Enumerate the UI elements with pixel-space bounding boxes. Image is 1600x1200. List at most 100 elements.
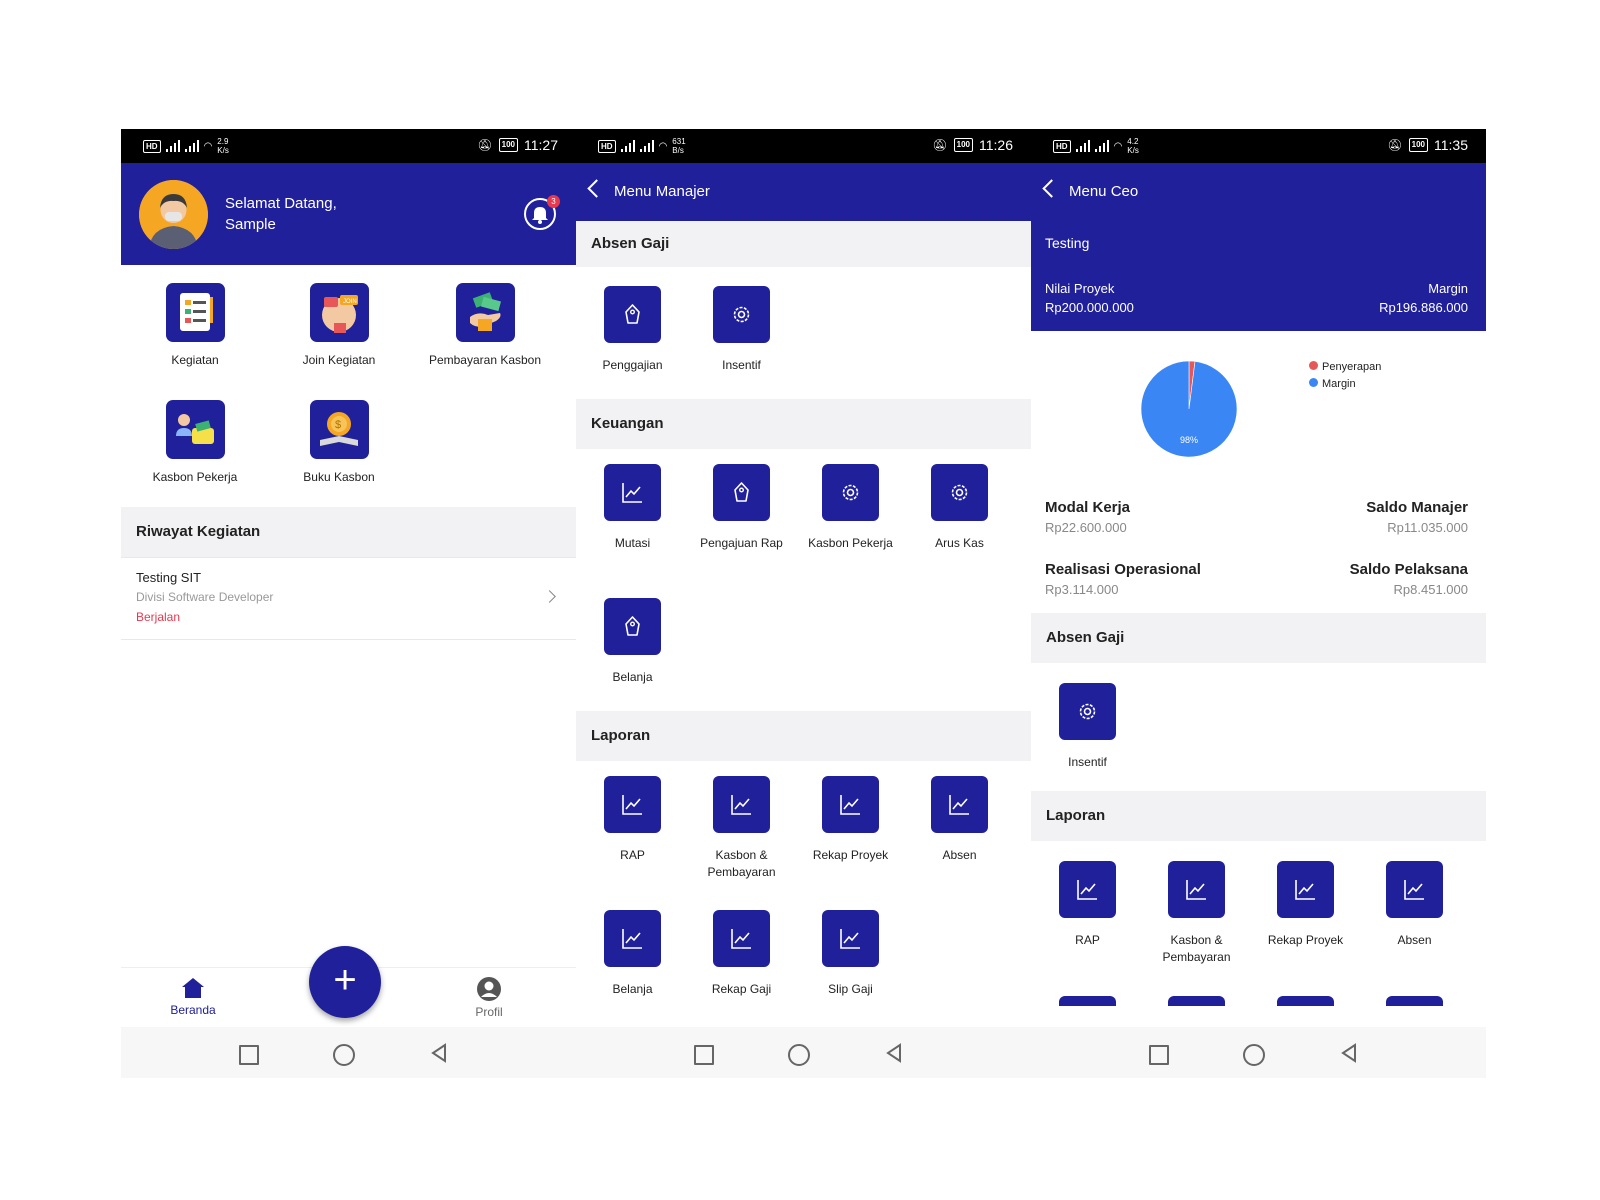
menu-tile[interactable]: Insentif [687,286,796,374]
menu-tile[interactable]: RAP [578,776,687,864]
chart-icon [1277,861,1334,918]
back-arrow-icon[interactable] [587,179,606,198]
back-triangle-icon[interactable] [1339,1043,1359,1063]
nav-profile-label: Profil [475,1005,503,1019]
menu-tile[interactable]: Rekap Proyek [796,776,905,864]
menu-tile[interactable]: Rekap Gaji [687,910,796,998]
tile-label: Insentif [722,358,761,372]
battery-icon: 100 [1408,138,1428,152]
join-hand-icon: JOIN [309,283,369,342]
tile-label: Belanja [612,982,653,996]
menu-tile[interactable]: Mutasi [578,464,687,552]
worker-wallet-icon [165,400,225,459]
chart-icon [931,776,988,833]
tile-label: Absen [942,848,977,862]
system-nav [576,1027,1031,1078]
tag-icon [604,286,661,343]
system-nav [121,1027,576,1078]
recents-icon[interactable] [1149,1045,1169,1065]
recents-icon[interactable] [239,1045,259,1065]
menu-tile[interactable]: Absen [1360,861,1469,949]
partial-tile[interactable] [1059,996,1116,1006]
notification-badge: 3 [547,195,560,208]
menu-buku-kasbon[interactable]: $ Buku Kasbon [265,400,413,486]
avatar[interactable] [139,180,208,249]
history-title: Riwayat Kegiatan [136,523,261,540]
stat-label: Realisasi Operasional [1045,561,1201,578]
menu-kegiatan[interactable]: Kegiatan [121,283,269,369]
tile-label: Belanja [612,670,653,684]
menu-tile[interactable]: Belanja [578,910,687,998]
menu-tile[interactable]: Arus Kas [905,464,1014,552]
menu-tile[interactable]: Slip Gaji [796,910,905,998]
history-item[interactable]: Testing SIT Divisi Software Developer Be… [121,557,576,640]
partial-tile[interactable] [1168,996,1225,1006]
menu-join-kegiatan[interactable]: JOIN Join Kegiatan [265,283,413,369]
section-absen-gaji: Absen Gaji [576,221,1031,267]
legend-dot [1309,361,1318,370]
legend-item: Margin [1309,376,1381,393]
stat-realisasi-operasional: Realisasi Operasional Rp3.114.000 [1045,561,1201,597]
tile-label: Rekap Proyek [1267,933,1344,947]
menu-tile[interactable]: Pengajuan Rap [687,464,796,552]
manager-topbar: Menu Manajer [576,163,1031,221]
menu-tile[interactable]: RAP [1033,861,1142,949]
wifi-icon: ◠ [1113,140,1123,152]
profile-icon [477,977,501,1001]
menu-pembayaran-kasbon[interactable]: Pembayaran Kasbon [411,283,559,369]
add-fab-button[interactable]: + [309,946,381,1018]
clock: 11:26 [979,137,1013,153]
tag-icon [713,464,770,521]
menu-tile[interactable]: Belanja [578,598,687,686]
user-name: Sample [225,216,276,233]
menu-tile[interactable]: Penggajian [578,286,687,374]
chart-icon [822,776,879,833]
history-item-status: Berjalan [136,610,181,624]
gear-icon [931,464,988,521]
menu-tile[interactable]: Kasbon & Pembayaran [687,776,796,881]
net-speed: 631 B/s [672,137,686,155]
back-triangle-icon[interactable] [429,1043,449,1063]
tag-icon [604,598,661,655]
chart-icon [713,776,770,833]
menu-label: Join Kegiatan [302,353,376,367]
history-item-division: Divisi Software Developer [136,590,274,604]
status-bar: HD ◠ 2.9 K/s 🔕︎ 100 11:27 [121,129,576,163]
menu-label: Kasbon Pekerja [152,470,238,484]
home-header: Selamat Datang, Sample 3 [121,163,576,265]
menu-tile[interactable]: Insentif [1033,683,1142,771]
chart-icon [604,910,661,967]
section-title: Absen Gaji [591,235,670,252]
tile-label: Penggajian [602,358,663,372]
recents-icon[interactable] [694,1045,714,1065]
tile-label: Kasbon Pekerja [808,536,893,550]
menu-tile[interactable]: Kasbon Pekerja [796,464,905,552]
back-arrow-icon[interactable] [1042,179,1061,198]
menu-tile[interactable]: Absen [905,776,1014,864]
project-name: Testing [1045,235,1090,251]
home-circle-icon[interactable] [1243,1044,1265,1066]
chart-icon [604,776,661,833]
menu-tile[interactable]: Kasbon & Pembayaran [1142,861,1251,966]
stat-value: Rp8.451.000 [1393,582,1468,597]
back-triangle-icon[interactable] [884,1043,904,1063]
partial-tile[interactable] [1277,996,1334,1006]
home-circle-icon[interactable] [333,1044,355,1066]
section-title: Laporan [591,727,651,744]
menu-tile[interactable]: Rekap Proyek [1251,861,1360,949]
page-title: Menu Manajer [614,183,710,200]
signal-icon [165,140,180,152]
legend-item: Penyerapan [1309,359,1381,376]
stat-modal-kerja: Modal Kerja Rp22.600.000 [1045,499,1130,535]
chart-icon [1059,861,1116,918]
nilai-proyek-label: Nilai Proyek [1045,281,1115,296]
partial-tile[interactable] [1386,996,1443,1006]
stat-value: Rp11.035.000 [1387,520,1468,535]
home-circle-icon[interactable] [788,1044,810,1066]
nav-profile[interactable]: Profil [449,976,529,1019]
nav-home[interactable]: Beranda [153,976,233,1017]
menu-kasbon-pekerja[interactable]: Kasbon Pekerja [121,400,269,486]
gear-icon [822,464,879,521]
gear-icon [1059,683,1116,740]
status-bar: HD ◠ 4.2 K/s 🔕︎ 100 11:35 [1031,129,1486,163]
